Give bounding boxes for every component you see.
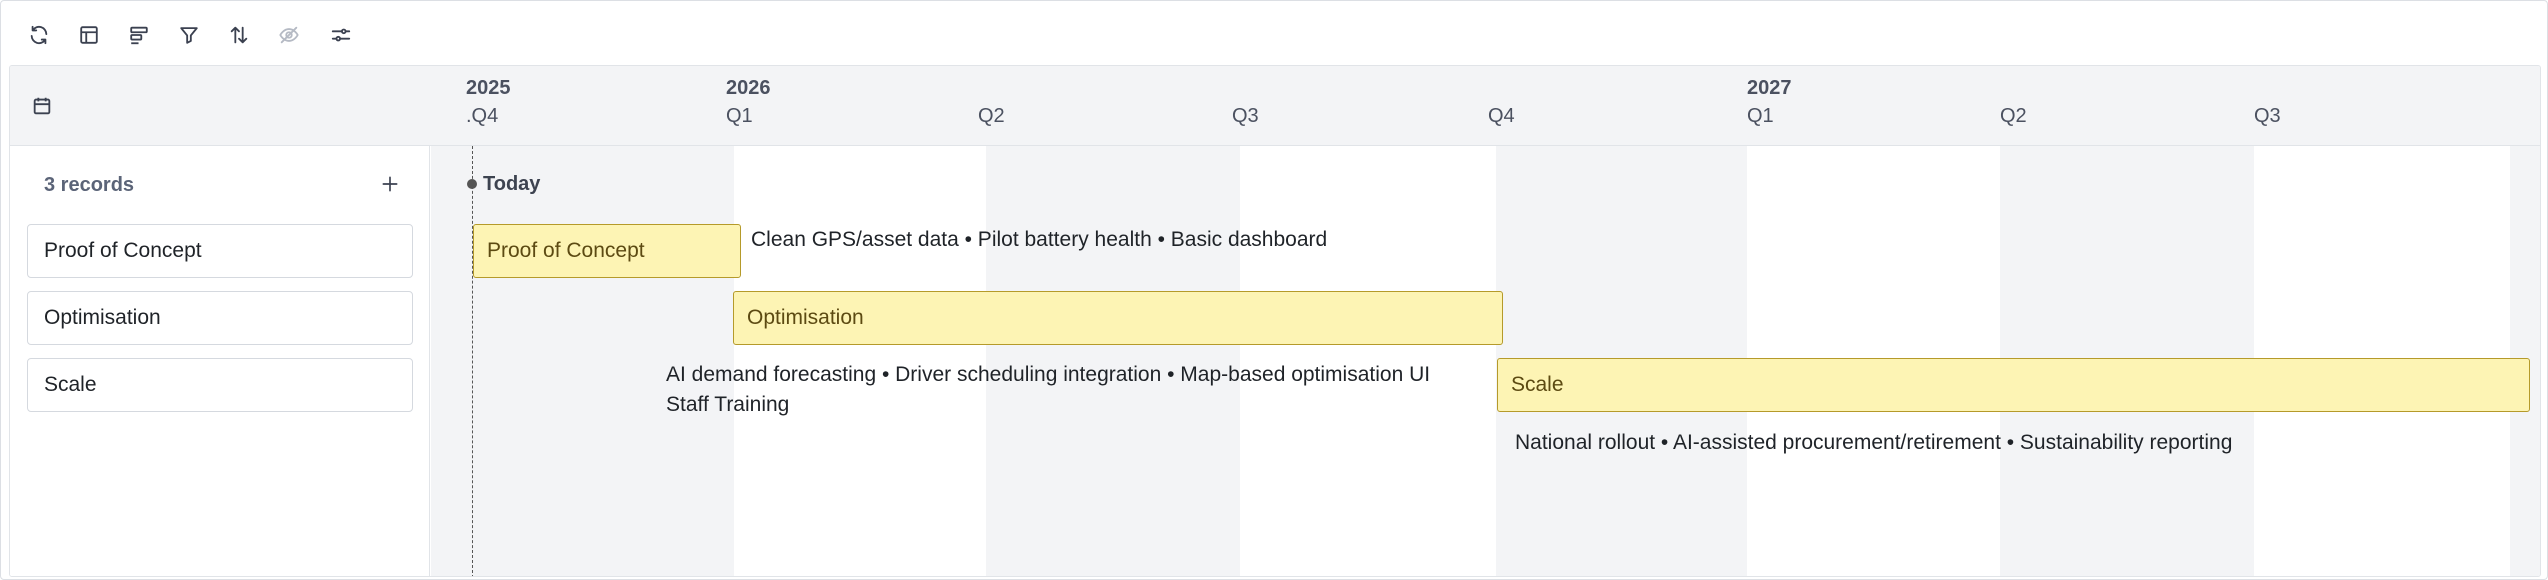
bar-label: Scale — [1511, 373, 1564, 396]
today-line — [472, 146, 473, 576]
record-label: Proof of Concept — [44, 239, 202, 262]
quarter-label: Q3 — [2254, 105, 2281, 127]
timeline-panel: 2025 2026 2027 .Q4 Q1 Q2 Q3 Q4 Q1 Q2 Q3 … — [9, 65, 2541, 577]
timeline-view: 2025 2026 2027 .Q4 Q1 Q2 Q3 Q4 Q1 Q2 Q3 … — [0, 0, 2548, 580]
today-label: Today — [483, 173, 541, 195]
quarter-label: .Q4 — [466, 105, 499, 127]
quarter-label: Q3 — [1232, 105, 1259, 127]
filter-icon[interactable] — [172, 18, 206, 52]
layout-icon[interactable] — [72, 18, 106, 52]
bar-label: Optimisation — [747, 306, 864, 329]
calendar-icon[interactable] — [29, 93, 55, 119]
quarter-label: Q2 — [978, 105, 1005, 127]
sort-icon[interactable] — [222, 18, 256, 52]
record-label: Scale — [44, 373, 97, 396]
settings-sliders-icon[interactable] — [324, 18, 358, 52]
record-item[interactable]: Scale — [27, 358, 413, 412]
quarter-label: Q2 — [2000, 105, 2027, 127]
quarter-label: Q1 — [1747, 105, 1774, 127]
timeline-bar[interactable]: Proof of Concept — [473, 224, 741, 278]
timeline-body: Today Proof of Concept Clean GPS/asset d… — [431, 146, 2540, 576]
timeline-bar[interactable]: Scale — [1497, 358, 2530, 412]
record-item[interactable]: Optimisation — [27, 291, 413, 345]
toolbar — [1, 1, 2548, 65]
records-list: 3 records Proof of Concept Optimisation … — [10, 146, 430, 576]
bar-notes: Staff Training — [666, 393, 790, 416]
bar-notes: National rollout • AI-assisted procureme… — [1515, 431, 2233, 454]
records-count: 3 records — [44, 174, 135, 196]
year-label: 2026 — [726, 77, 771, 99]
year-label: 2027 — [1747, 77, 1792, 99]
record-label: Optimisation — [44, 306, 161, 329]
refresh-icon[interactable] — [22, 18, 56, 52]
bar-notes: AI demand forecasting • Driver schedulin… — [666, 363, 1431, 386]
quarter-label: Q4 — [1488, 105, 1515, 127]
year-label: 2025 — [466, 77, 511, 99]
quarter-label: Q1 — [726, 105, 753, 127]
bar-label: Proof of Concept — [487, 239, 645, 262]
timeline-header: 2025 2026 2027 .Q4 Q1 Q2 Q3 Q4 Q1 Q2 Q3 — [10, 66, 2540, 146]
group-icon[interactable] — [122, 18, 156, 52]
add-icon[interactable] — [374, 168, 406, 200]
bar-notes: Clean GPS/asset data • Pilot battery hea… — [751, 228, 1328, 251]
hide-fields-icon[interactable] — [272, 18, 306, 52]
record-item[interactable]: Proof of Concept — [27, 224, 413, 278]
timeline-bar[interactable]: Optimisation — [733, 291, 1503, 345]
